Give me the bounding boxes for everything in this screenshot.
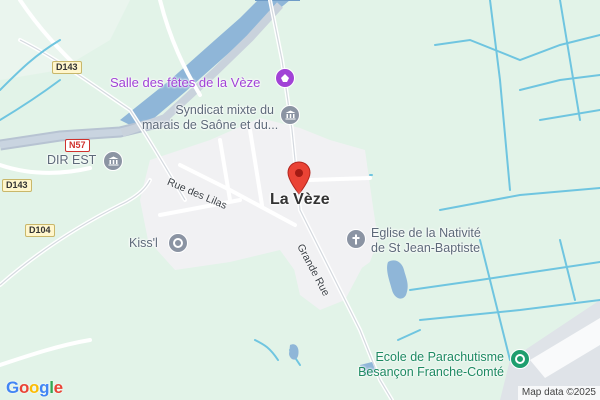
place-marker-icon[interactable] <box>287 161 311 195</box>
church-cross-icon[interactable] <box>346 229 366 249</box>
event-venue-icon[interactable] <box>275 68 295 88</box>
poi-label-ecole-parachutisme[interactable]: Ecole de Parachutisme Besançon Franche-C… <box>358 350 504 380</box>
government-building-icon[interactable] <box>280 105 300 125</box>
poi-label-line: Besançon Franche-Comté <box>358 365 504 379</box>
map-attribution[interactable]: Map data ©2025 <box>517 386 600 400</box>
pin-icon[interactable] <box>510 349 530 369</box>
pin-icon[interactable] <box>168 233 188 253</box>
road-shield-d143: D143 <box>52 61 82 74</box>
poi-label-line: marais de Saône et du... <box>142 118 279 132</box>
poi-label-dir-est[interactable]: DIR EST <box>47 153 96 168</box>
road-shield-d143: D143 <box>2 179 32 192</box>
poi-label-eglise[interactable]: Eglise de la Nativité de St Jean-Baptist… <box>371 226 481 256</box>
poi-label-salle-des-fetes[interactable]: Salle des fêtes de la Vèze <box>110 75 260 90</box>
poi-label-syndicat-mixte[interactable]: Syndicat mixte du marais de Saône et du.… <box>142 103 279 133</box>
place-label[interactable]: La Vèze <box>270 191 330 209</box>
poi-label-line: Syndicat mixte du <box>175 103 274 117</box>
poi-label-line: Eglise de la Nativité <box>371 226 481 240</box>
poi-label-line: de St Jean-Baptiste <box>371 241 481 255</box>
road-shield-n57: N57 <box>65 139 90 152</box>
poi-label-line: Ecole de Parachutisme <box>375 350 504 364</box>
road-shield-d104: D104 <box>25 224 55 237</box>
poi-label-kissl[interactable]: Kiss'l <box>129 236 158 251</box>
government-building-icon[interactable] <box>103 151 123 171</box>
google-logo: Google <box>6 378 63 397</box>
map-canvas[interactable]: D143 D143 D104 N57 Rue des Lilas Grande … <box>0 0 600 400</box>
